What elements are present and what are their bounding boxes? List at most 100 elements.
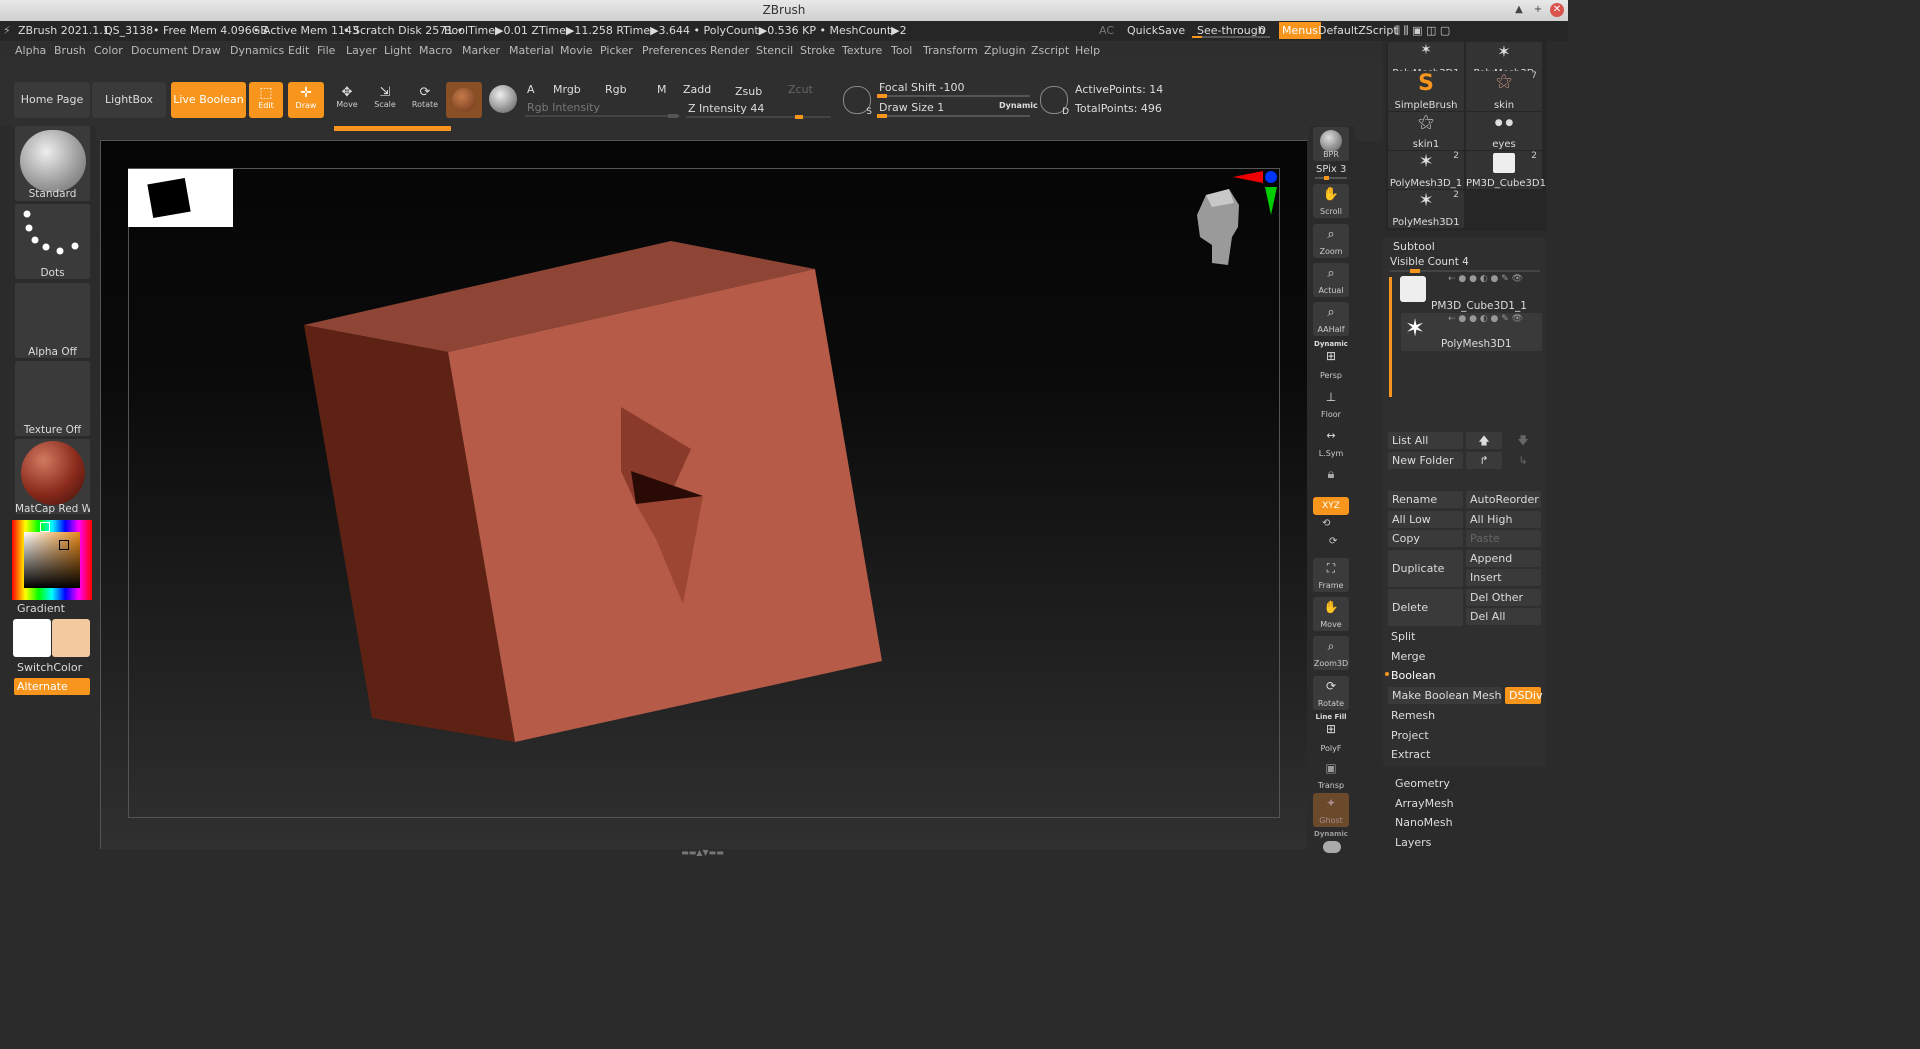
edit-button[interactable]: ⬚ Edit bbox=[249, 82, 283, 118]
close-icon[interactable]: ✕ bbox=[1550, 3, 1564, 17]
append-button[interactable]: Append bbox=[1466, 550, 1541, 567]
rename-button[interactable]: Rename bbox=[1388, 491, 1463, 508]
menu-help[interactable]: Help bbox=[1075, 44, 1100, 57]
see-through-slider[interactable] bbox=[1192, 36, 1270, 38]
color-picker-sv-square[interactable] bbox=[24, 532, 80, 588]
menu-light[interactable]: Light bbox=[384, 44, 411, 57]
draw-button[interactable]: ✛ Draw bbox=[288, 82, 324, 118]
split-section[interactable]: Split bbox=[1391, 630, 1415, 643]
hue-marker[interactable] bbox=[40, 522, 50, 532]
scale-button[interactable]: ⇲ Scale bbox=[368, 82, 402, 118]
menu-draw[interactable]: Draw bbox=[192, 44, 221, 57]
rgb-toggle[interactable]: Rgb bbox=[605, 83, 627, 96]
focal-shift-curve-icon[interactable]: S bbox=[843, 86, 872, 117]
visible-count[interactable]: Visible Count 4 bbox=[1390, 256, 1469, 268]
new-folder-button[interactable]: New Folder bbox=[1388, 452, 1463, 469]
tool-skin[interactable]: 7 skin ⚝ bbox=[1466, 71, 1542, 111]
rotate-y-icon[interactable]: ⟲ bbox=[1322, 518, 1330, 529]
color-picker[interactable] bbox=[12, 520, 92, 600]
geometry-section[interactable]: Geometry bbox=[1395, 777, 1450, 790]
dynamic-toggle[interactable]: Dynamic bbox=[999, 101, 1038, 110]
boolean-cube-mesh[interactable] bbox=[101, 141, 1307, 849]
rotate-view-button[interactable]: ⟳ Rotate bbox=[1313, 676, 1349, 710]
transp-button[interactable]: ▣ Transp bbox=[1313, 758, 1349, 792]
move-up-icon[interactable]: 🡅 bbox=[1466, 432, 1502, 449]
focal-shift-handle[interactable] bbox=[877, 94, 887, 98]
menus-button[interactable]: Menus bbox=[1279, 22, 1321, 39]
zadd-toggle[interactable]: Zadd bbox=[683, 83, 711, 96]
make-boolean-mesh-button[interactable]: Make Boolean Mesh bbox=[1388, 687, 1502, 704]
canvas-bottom-handle-icon[interactable]: ▬▬▲▼▬▬ bbox=[650, 849, 755, 857]
ghost-button[interactable]: ✦ Ghost bbox=[1313, 793, 1349, 827]
spix-slider[interactable] bbox=[1315, 176, 1347, 180]
maximize-icon[interactable]: + bbox=[1531, 3, 1545, 17]
main-color-swatch[interactable] bbox=[13, 619, 51, 657]
menu-picker[interactable]: Picker bbox=[600, 44, 633, 57]
z-intensity-slider[interactable] bbox=[686, 115, 831, 119]
switchcolor-button[interactable]: SwitchColor bbox=[17, 661, 82, 674]
focal-shift-slider[interactable] bbox=[877, 94, 1030, 98]
actual-button[interactable]: ⌕ Actual bbox=[1313, 263, 1349, 297]
mrgb-toggle[interactable]: Mrgb bbox=[553, 83, 581, 96]
subtool-controls-icon[interactable]: ⇠ ● ● ◐ ● ✎ 👁︎ bbox=[1448, 274, 1523, 284]
rgb-intensity-slider[interactable]: Rgb Intensity bbox=[527, 101, 600, 114]
lock-button[interactable]: 🔒︎ bbox=[1313, 462, 1349, 490]
move-view-button[interactable]: ✋ Move bbox=[1313, 597, 1349, 631]
solo-icon[interactable] bbox=[1323, 841, 1341, 853]
quicksave-button[interactable]: QuickSave bbox=[1127, 24, 1185, 37]
z-intensity-handle[interactable] bbox=[795, 115, 803, 119]
visible-count-slider[interactable] bbox=[1390, 269, 1540, 273]
spix-label[interactable]: SPix 3 bbox=[1316, 164, 1346, 175]
del-other-button[interactable]: Del Other bbox=[1466, 589, 1541, 606]
subtool-item-cube[interactable]: ⇠ ● ● ◐ ● ✎ 👁︎ PM3D_Cube3D1_1 bbox=[1396, 273, 1542, 312]
draw-size-handle[interactable] bbox=[877, 114, 887, 118]
lsym-button[interactable]: ↔ L.Sym bbox=[1313, 426, 1349, 460]
zcut-toggle[interactable]: Zcut bbox=[788, 83, 813, 96]
menu-dynamics[interactable]: Dynamics bbox=[230, 44, 284, 57]
zoom3d-button[interactable]: ⌕ Zoom3D bbox=[1313, 636, 1349, 670]
bpr-button[interactable]: BPR bbox=[1313, 127, 1349, 161]
color-marker[interactable] bbox=[59, 540, 69, 550]
all-low-button[interactable]: All Low bbox=[1388, 511, 1463, 528]
subtool-scrollbar[interactable] bbox=[1389, 277, 1392, 397]
dsdiv-button[interactable]: DSDiv bbox=[1505, 687, 1543, 704]
subtool-controls-icon[interactable]: ⇠ ● ● ◐ ● ✎ 👁︎ bbox=[1448, 314, 1523, 324]
subtool-title[interactable]: Subtool bbox=[1393, 240, 1435, 253]
tool-simplebrush[interactable]: SimpleBrush S bbox=[1388, 71, 1464, 111]
tool-skin1[interactable]: skin1 ⚝ bbox=[1388, 112, 1464, 150]
menu-zscript[interactable]: Zscript bbox=[1031, 44, 1069, 57]
menu-texture[interactable]: Texture bbox=[842, 44, 882, 57]
tool-eyes[interactable]: eyes ● ● bbox=[1466, 112, 1542, 150]
menu-transform[interactable]: Transform bbox=[923, 44, 978, 57]
folder-arrow-out-icon[interactable]: ↳ bbox=[1505, 452, 1541, 469]
color-sphere-icon[interactable] bbox=[489, 85, 517, 113]
live-boolean-button[interactable]: Live Boolean bbox=[171, 82, 246, 118]
tool-polymesh3d1-b[interactable]: 2 PolyMesh3D1 ✶ bbox=[1388, 190, 1464, 228]
spix-handle[interactable] bbox=[1324, 176, 1329, 180]
list-all-button[interactable]: List All bbox=[1388, 432, 1463, 449]
del-all-button[interactable]: Del All bbox=[1466, 608, 1541, 625]
menu-stroke[interactable]: Stroke bbox=[800, 44, 835, 57]
lightbox-button[interactable]: LightBox bbox=[92, 82, 166, 118]
rgb-intensity-handle[interactable] bbox=[668, 114, 678, 118]
dynamics-curve-icon[interactable]: D bbox=[1040, 86, 1069, 117]
aahalf-button[interactable]: ⌕ AAHalf bbox=[1313, 302, 1349, 336]
delete-button[interactable]: Delete bbox=[1388, 589, 1463, 626]
layout-icon[interactable]: ⫼ ⫼ ▣ ◫ ▢ bbox=[1395, 24, 1450, 38]
rotate-button[interactable]: ⟳ Rotate bbox=[408, 82, 442, 118]
remesh-section[interactable]: Remesh bbox=[1391, 709, 1435, 722]
menu-edit[interactable]: Edit bbox=[288, 44, 309, 57]
subtool-item-polymesh[interactable]: ✶ ⇠ ● ● ◐ ● ✎ 👁︎ PolyMesh3D1 bbox=[1401, 313, 1542, 351]
alternate-button[interactable]: Alternate bbox=[14, 678, 90, 695]
rotate-z-icon[interactable]: ⟳ bbox=[1329, 536, 1337, 547]
move-button[interactable]: ✥ Move bbox=[330, 82, 364, 118]
draw-size-slider[interactable] bbox=[877, 114, 1030, 118]
rgb-intensity-track[interactable] bbox=[525, 114, 680, 118]
menu-tool[interactable]: Tool bbox=[891, 44, 912, 57]
menu-file[interactable]: File bbox=[317, 44, 335, 57]
menu-layer[interactable]: Layer bbox=[346, 44, 377, 57]
menu-color[interactable]: Color bbox=[94, 44, 123, 57]
arraymesh-section[interactable]: ArrayMesh bbox=[1395, 797, 1454, 810]
persp-button[interactable]: ⊞ Persp bbox=[1313, 348, 1349, 382]
nanomesh-section[interactable]: NanoMesh bbox=[1395, 816, 1453, 829]
